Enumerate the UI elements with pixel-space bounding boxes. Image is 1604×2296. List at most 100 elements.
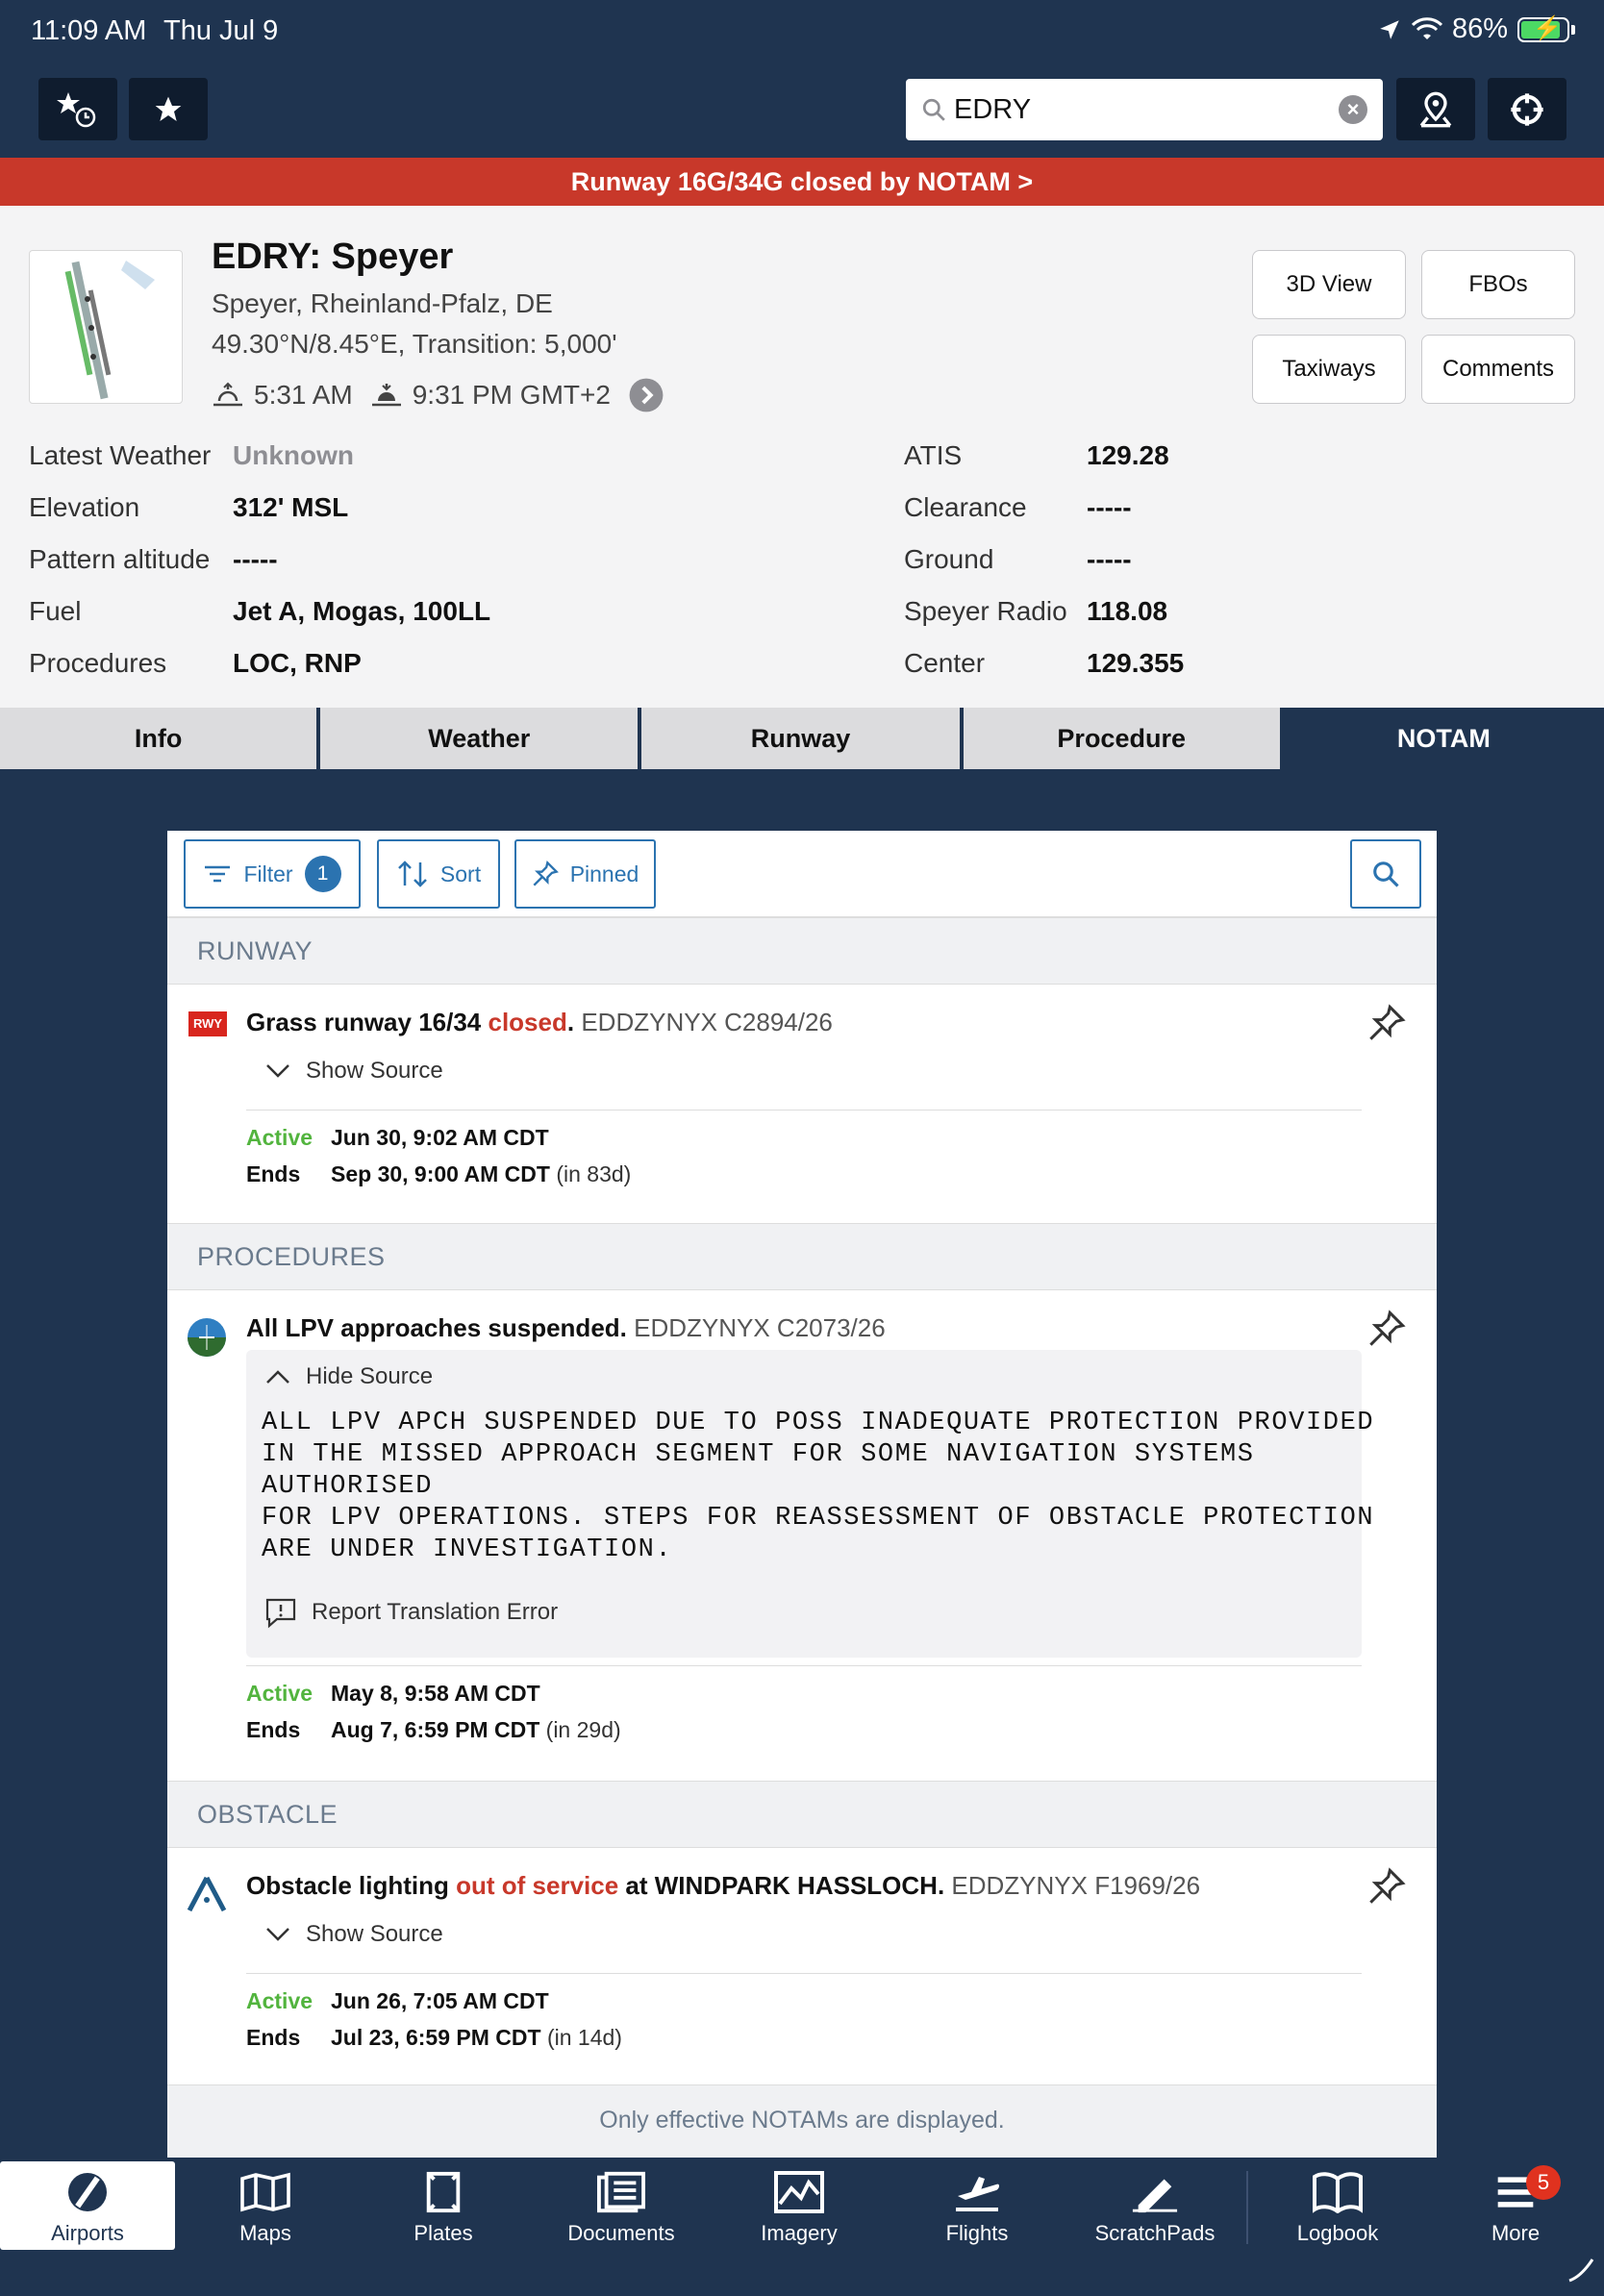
airport-tabs: Info Weather Runway Procedure NOTAM [0, 708, 1604, 769]
divider [246, 1665, 1362, 1666]
notam-dates: Active Jun 30, 9:02 AM CDT Ends Sep 30, 9:… [246, 1125, 632, 1186]
star-clock-icon [57, 91, 96, 127]
notam-id: EDDZYNYX C2894/26 [581, 1008, 833, 1036]
info-procedures-value: LOC, RNP [233, 648, 362, 678]
notam-title[interactable]: All LPV approaches suspended. EDDZYNYX C… [246, 1313, 886, 1343]
tab-notam[interactable]: NOTAM [1283, 708, 1604, 769]
notam-id: EDDZYNYX C2073/26 [634, 1313, 886, 1342]
notam-dates: Active May 8, 9:58 AM CDT Ends Aug 7, 6:59… [246, 1681, 621, 1742]
nav-separator [1246, 2171, 1248, 2244]
nav-maps[interactable]: Maps [178, 2161, 353, 2250]
3d-view-button[interactable]: 3D View [1252, 250, 1406, 319]
freq-atis-value[interactable]: 129.28 [1087, 440, 1169, 471]
sort-label: Sort [439, 861, 482, 886]
runway-notam-icon: RWY [188, 1011, 227, 1036]
locate-button[interactable] [1488, 78, 1566, 140]
nav-scratchpads[interactable]: ScratchPads [1067, 2161, 1242, 2250]
filter-button[interactable]: Filter 1 [184, 839, 361, 909]
show-source-toggle[interactable]: Show Source [263, 1921, 443, 1948]
nav-airports[interactable]: Airports [0, 2161, 175, 2250]
tab-runway[interactable]: Runway [641, 708, 960, 769]
plates-icon [426, 2171, 461, 2213]
nav-flights[interactable]: Flights [890, 2161, 1065, 2250]
sunset-time: 9:31 PM GMT+2 [412, 380, 611, 410]
sunrise-time: 5:31 AM [254, 380, 353, 410]
taxiways-button[interactable]: Taxiways [1252, 335, 1406, 404]
pin-icon [533, 861, 559, 886]
status-time: 11:09 AM [31, 15, 147, 46]
map-pin-icon [1419, 91, 1452, 127]
star-icon [155, 96, 182, 121]
top-toolbar: × [0, 62, 1604, 158]
bottom-nav: Airports Maps Plates Documents Imagery F… [0, 2158, 1604, 2296]
wifi-icon [1411, 16, 1442, 39]
search-icon [1373, 861, 1399, 887]
chevron-right-circle-icon[interactable] [628, 377, 664, 413]
pinned-button[interactable]: Pinned [514, 839, 656, 909]
clear-search-icon[interactable]: × [1339, 95, 1367, 124]
comments-button[interactable]: Comments [1421, 335, 1575, 404]
recent-favorites-button[interactable] [38, 78, 117, 140]
section-header-obstacle: OBSTACLE [167, 1781, 1437, 1848]
freq-clearance-value: ----- [1087, 492, 1132, 522]
tab-procedure[interactable]: Procedure [963, 708, 1280, 769]
pin-icon[interactable] [1367, 1310, 1406, 1348]
logbook-icon [1313, 2172, 1363, 2213]
tab-weather[interactable]: Weather [320, 708, 639, 769]
sort-icon [398, 861, 427, 887]
status-date: Thu Jul 9 [163, 15, 279, 46]
chevron-up-icon [266, 1370, 289, 1384]
info-weather-value: Unknown [233, 440, 354, 470]
favorites-button[interactable] [129, 78, 208, 140]
nav-more[interactable]: More 5 [1428, 2161, 1603, 2250]
pencil-icon [1132, 2179, 1178, 2213]
map-pin-button[interactable] [1396, 78, 1475, 140]
nav-documents[interactable]: Documents [534, 2161, 709, 2250]
nav-imagery[interactable]: Imagery [712, 2161, 887, 2250]
notam-raw-text-line: IN THE MISSED APPROACH SEGMENT FOR SOME … [262, 1440, 1255, 1469]
nav-plates[interactable]: Plates [356, 2161, 531, 2250]
attitude-indicator-icon [188, 1318, 226, 1357]
airport-header: EDRY: Speyer Speyer, Rheinland-Pfalz, DE… [0, 206, 1604, 708]
imagery-icon [774, 2171, 824, 2213]
search-input[interactable] [954, 93, 1339, 126]
notam-raw-text-line: ARE UNDER INVESTIGATION. [262, 1535, 673, 1564]
tab-info[interactable]: Info [0, 708, 317, 769]
airport-diagram-thumbnail[interactable] [29, 250, 183, 404]
crosshair-icon [1511, 92, 1543, 126]
notam-title[interactable]: Grass runway 16/34 closed. EDDZYNYX C289… [246, 1008, 833, 1037]
section-header-procedures: PROCEDURES [167, 1223, 1437, 1290]
filter-count-badge: 1 [304, 856, 341, 892]
location-arrow-icon [1380, 19, 1399, 39]
notam-search-button[interactable] [1350, 839, 1421, 909]
notam-raw-text-line: ALL LPV APCH SUSPENDED DUE TO POSS INADE… [262, 1409, 1375, 1437]
notam-raw-text-line: FOR LPV OPERATIONS. STEPS FOR REASSESSME… [262, 1504, 1375, 1533]
filter-icon [205, 865, 231, 883]
search-icon [922, 98, 945, 121]
freq-speyer-radio-value[interactable]: 118.08 [1087, 596, 1167, 627]
pin-icon[interactable] [1367, 1867, 1406, 1906]
pinned-label: Pinned [569, 861, 639, 886]
nav-logbook[interactable]: Logbook [1250, 2161, 1425, 2250]
hide-source-toggle[interactable]: Hide Source [263, 1363, 433, 1390]
airport-title: EDRY: Speyer [212, 237, 454, 277]
battery-icon: ⚡ [1517, 15, 1569, 42]
freq-ground-value: ----- [1087, 544, 1132, 574]
freq-center-value[interactable]: 129.355 [1087, 648, 1184, 679]
info-pattern-altitude-value: ----- [233, 544, 278, 574]
fbos-button[interactable]: FBOs [1421, 250, 1575, 319]
report-translation-error-button[interactable]: Report Translation Error [263, 1596, 558, 1629]
status-right: 86% ⚡ [1377, 13, 1575, 45]
show-source-toggle[interactable]: Show Source [263, 1058, 443, 1085]
runway-closed-alert[interactable]: Runway 16G/34G closed by NOTAM > [0, 158, 1604, 206]
sort-button[interactable]: Sort [377, 839, 500, 909]
airport-search-box[interactable]: × [906, 79, 1383, 140]
pin-icon[interactable] [1367, 1004, 1406, 1042]
notam-title[interactable]: Obstacle lighting out of service at WIND… [246, 1871, 1200, 1901]
comment-exclamation-icon [265, 1598, 296, 1629]
notam-raw-text-line: AUTHORISED [262, 1472, 434, 1501]
more-notification-badge: 5 [1526, 2165, 1561, 2200]
sun-times: 5:31 AM 9:31 PM GMT+2 [212, 377, 664, 413]
divider [246, 1973, 1362, 1974]
sunrise-icon [213, 382, 242, 407]
